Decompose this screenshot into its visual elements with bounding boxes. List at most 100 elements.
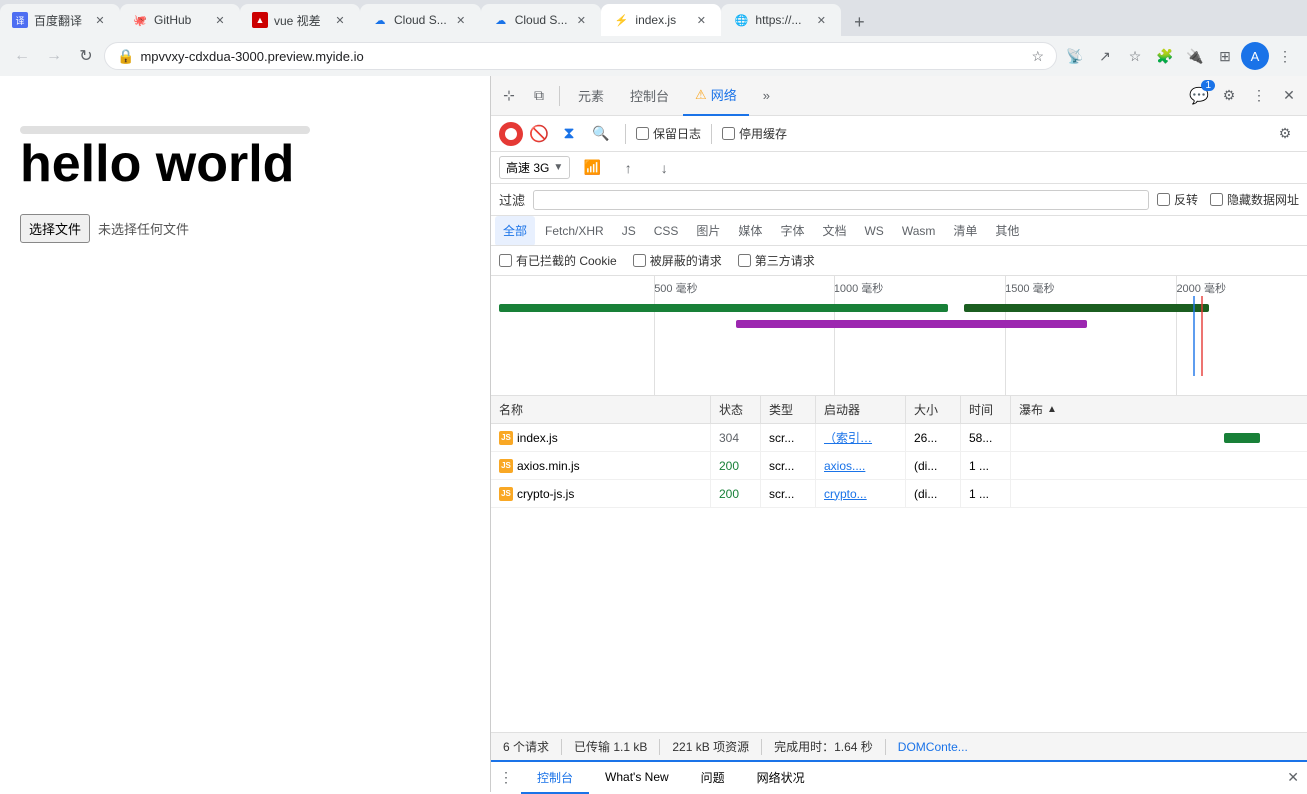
td-waterfall-indexjs (1011, 424, 1307, 451)
tab-close-indexjs[interactable]: ✕ (693, 12, 709, 28)
status-divider-3 (761, 739, 762, 755)
has-intercepted-label[interactable]: 有已拦截的 Cookie (499, 252, 617, 269)
reload-button[interactable]: ↻ (72, 42, 100, 70)
devtools-tab-network[interactable]: ⚠ 网络 (683, 76, 749, 116)
table-row[interactable]: JS axios.min.js 200 scr... axios.... (di… (491, 452, 1307, 480)
hide-data-urls-label[interactable]: 隐藏数据网址 (1210, 191, 1299, 208)
devtools-tab-more[interactable]: » (751, 76, 782, 116)
speed-selector[interactable]: 高速 3G ▼ (499, 156, 570, 179)
toolbar2-settings-btn[interactable]: ⚙ (1271, 120, 1299, 148)
profile-icon[interactable]: A (1241, 42, 1269, 70)
filter-icon-btn[interactable]: ⧗ (555, 120, 583, 148)
third-party-label[interactable]: 第三方请求 (738, 252, 815, 269)
devtools-more-btn[interactable]: ⋮ (1245, 82, 1273, 110)
th-type[interactable]: 类型 (761, 396, 816, 423)
upload-btn[interactable]: ↑ (614, 154, 642, 182)
search-icon-btn[interactable]: 🔍 (587, 120, 615, 148)
tab-baidu[interactable]: 译 百度翻译 ✕ (0, 4, 120, 36)
devtools-tab-elements[interactable]: 元素 (566, 76, 616, 116)
dom-content-link[interactable]: DOMConte... (898, 740, 968, 754)
forward-button[interactable]: → (40, 42, 68, 70)
net-tab-css[interactable]: CSS (646, 216, 687, 246)
console-tab-issues[interactable]: 问题 (685, 762, 741, 794)
tab-vue[interactable]: ▲ vue 视差 ✕ (240, 4, 360, 36)
initiator-link-indexjs[interactable]: （索引… (824, 429, 872, 446)
download-btn[interactable]: ↓ (650, 154, 678, 182)
net-tab-all[interactable]: 全部 (495, 216, 535, 246)
extension-icon[interactable]: 🔌 (1181, 42, 1209, 70)
share-icon[interactable]: ↗ (1091, 42, 1119, 70)
devtools-messages-btn[interactable]: 💬 1 (1185, 82, 1213, 110)
file-icon-axios: JS (499, 459, 513, 473)
network-table-wrapper[interactable]: 名称 状态 类型 启动器 大小 时间 瀑布 (491, 396, 1307, 732)
net-tab-wasm[interactable]: Wasm (894, 216, 944, 246)
hide-data-urls-checkbox[interactable] (1210, 193, 1223, 206)
tab-close-baidu[interactable]: ✕ (92, 12, 108, 28)
wifi-settings-btn[interactable]: 📶 (578, 154, 606, 182)
initiator-link-axios[interactable]: axios.... (824, 459, 865, 473)
tab-close-cloud1[interactable]: ✕ (453, 12, 469, 28)
th-size[interactable]: 大小 (906, 396, 961, 423)
net-tab-fetch-xhr[interactable]: Fetch/XHR (537, 216, 612, 246)
tab-close-cloud2[interactable]: ✕ (573, 12, 589, 28)
console-menu-btn[interactable]: ⋮ (491, 761, 521, 793)
filter-input[interactable] (533, 190, 1149, 210)
preserve-log-checkbox-label[interactable]: 保留日志 (636, 125, 701, 142)
file-choose-button[interactable]: 选择文件 (20, 214, 90, 243)
tab-indexjs[interactable]: ⚡ index.js ✕ (601, 4, 721, 36)
net-tab-media[interactable]: 媒体 (730, 216, 770, 246)
net-tab-ws[interactable]: WS (856, 216, 891, 246)
blocked-requests-checkbox[interactable] (633, 254, 646, 267)
tab-https[interactable]: 🌐 https://... ✕ (721, 4, 841, 36)
disable-cache-checkbox-label[interactable]: 停用缓存 (722, 125, 787, 142)
devtools-tab-console[interactable]: 控制台 (618, 76, 681, 116)
back-button[interactable]: ← (8, 42, 36, 70)
tab-github[interactable]: 🐙 GitHub ✕ (120, 4, 240, 36)
new-tab-button[interactable]: + (845, 8, 873, 36)
initiator-link-cryptojs[interactable]: crypto... (824, 487, 867, 501)
th-name[interactable]: 名称 (491, 396, 711, 423)
devtools-close-btn[interactable]: ✕ (1275, 82, 1303, 110)
tab-close-https[interactable]: ✕ (813, 12, 829, 28)
menu-icon[interactable]: ⋮ (1271, 42, 1299, 70)
devtools-cursor-tool[interactable]: ⊹ (495, 82, 523, 110)
timeline-marker-2000: 2000 毫秒 (1176, 280, 1226, 296)
tab-close-github[interactable]: ✕ (212, 12, 228, 28)
preserve-log-checkbox[interactable] (636, 127, 649, 140)
th-status[interactable]: 状态 (711, 396, 761, 423)
devtools-layers-tool[interactable]: ⧉ (525, 82, 553, 110)
table-row[interactable]: JS index.js 304 scr... （索引… 26... 58... (491, 424, 1307, 452)
tab-cloud1[interactable]: ☁ Cloud S... ✕ (360, 4, 481, 36)
puzzle-icon[interactable]: 🧩 (1151, 42, 1179, 70)
th-time[interactable]: 时间 (961, 396, 1011, 423)
net-tab-js[interactable]: JS (614, 216, 644, 246)
console-close-btn[interactable]: ✕ (1279, 761, 1307, 793)
net-tab-manifest[interactable]: 清单 (945, 216, 985, 246)
console-tab-whatsnew[interactable]: What's New (589, 762, 685, 794)
has-intercepted-checkbox[interactable] (499, 254, 512, 267)
console-tab-console[interactable]: 控制台 (521, 762, 589, 794)
stop-button[interactable]: 🚫 (527, 122, 551, 146)
third-party-checkbox[interactable] (738, 254, 751, 267)
th-initiator[interactable]: 启动器 (816, 396, 906, 423)
grid-icon[interactable]: ⊞ (1211, 42, 1239, 70)
table-row[interactable]: JS crypto-js.js 200 scr... crypto... (di… (491, 480, 1307, 508)
tab-cloud2[interactable]: ☁ Cloud S... ✕ (481, 4, 602, 36)
net-tab-other[interactable]: 其他 (987, 216, 1027, 246)
record-button[interactable] (499, 122, 523, 146)
cast-icon[interactable]: 📡 (1061, 42, 1089, 70)
net-tab-font[interactable]: 字体 (772, 216, 812, 246)
console-tab-network-conditions[interactable]: 网络状况 (741, 762, 821, 794)
reverse-checkbox-label[interactable]: 反转 (1157, 191, 1198, 208)
tab-close-vue[interactable]: ✕ (332, 12, 348, 28)
net-tab-doc[interactable]: 文档 (814, 216, 854, 246)
reverse-checkbox[interactable] (1157, 193, 1170, 206)
bookmark-star-icon[interactable]: ☆ (1121, 42, 1149, 70)
disable-cache-checkbox[interactable] (722, 127, 735, 140)
hide-data-urls-text: 隐藏数据网址 (1227, 191, 1299, 208)
th-waterfall[interactable]: 瀑布 ▲ (1011, 396, 1307, 423)
net-tab-img[interactable]: 图片 (688, 216, 728, 246)
blocked-requests-label[interactable]: 被屏蔽的请求 (633, 252, 722, 269)
devtools-settings-btn[interactable]: ⚙ (1215, 82, 1243, 110)
url-bar[interactable]: 🔒 mpvvxy-cdxdua-3000.preview.myide.io ☆ (104, 42, 1057, 70)
